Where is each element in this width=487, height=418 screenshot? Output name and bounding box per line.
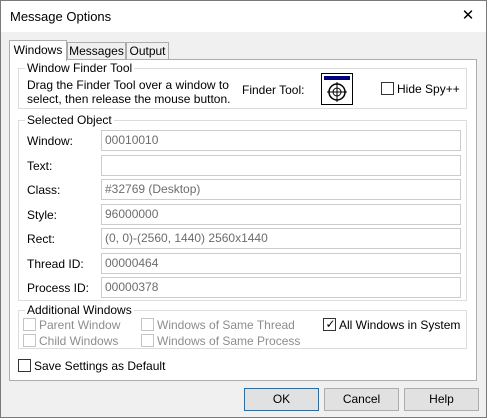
save-settings-label[interactable]: Save Settings as Default	[34, 359, 165, 373]
same-process-label[interactable]: Windows of Same Process	[157, 334, 300, 348]
all-windows-checkbox[interactable]: ✓	[323, 317, 336, 331]
close-icon[interactable]: ✕	[456, 5, 480, 27]
finder-tool-legend: Window Finder Tool	[27, 61, 133, 75]
rect-field[interactable]: (0, 0)-(2560, 1440) 2560x1440	[101, 228, 461, 249]
thread-id-label: Thread ID:	[27, 257, 84, 271]
text-field-label: Text:	[27, 159, 53, 173]
style-field-label: Style:	[27, 208, 58, 222]
all-windows-label[interactable]: All Windows in System	[339, 318, 460, 332]
finder-instructions-line1: Drag the Finder Tool over a window to	[27, 78, 229, 92]
class-field[interactable]: #32769 (Desktop)	[101, 179, 461, 200]
help-button[interactable]: Help	[404, 388, 479, 411]
text-field[interactable]	[101, 155, 461, 176]
window-field[interactable]: 00010010	[101, 130, 461, 151]
finder-titlebar-strip	[324, 76, 350, 80]
title-bar[interactable]: Message Options ✕	[1, 1, 486, 32]
hide-spy-checkbox[interactable]	[381, 82, 394, 95]
cancel-button[interactable]: Cancel	[324, 388, 399, 411]
ok-button[interactable]: OK	[244, 388, 319, 411]
same-thread-checkbox[interactable]	[141, 318, 154, 331]
crosshair-target-icon[interactable]	[321, 73, 353, 105]
class-field-label: Class:	[27, 183, 61, 197]
tab-output[interactable]: Output	[126, 42, 169, 59]
parent-window-checkbox[interactable]	[23, 318, 36, 331]
message-options-dialog: Message Options ✕ Windows Messages Outpu…	[0, 0, 487, 418]
process-id-label: Process ID:	[27, 281, 90, 295]
hide-spy-label[interactable]: Hide Spy++	[397, 82, 460, 96]
additional-windows-legend: Additional Windows	[27, 303, 132, 317]
checkmark-icon: ✓	[325, 317, 336, 331]
rect-field-label: Rect:	[27, 232, 56, 246]
thread-id-field[interactable]: 00000464	[101, 253, 461, 274]
save-settings-checkbox[interactable]	[18, 359, 31, 372]
child-windows-label[interactable]: Child Windows	[39, 334, 118, 348]
window-title: Message Options	[10, 9, 112, 24]
tab-windows[interactable]: Windows	[9, 40, 67, 61]
crosshair-icon	[327, 82, 347, 102]
window-field-label: Window:	[27, 134, 74, 148]
finder-instructions-line2: select, then release the mouse button.	[27, 92, 231, 106]
process-id-field[interactable]: 00000378	[101, 277, 461, 298]
same-thread-label[interactable]: Windows of Same Thread	[157, 318, 295, 332]
parent-window-label[interactable]: Parent Window	[39, 318, 120, 332]
selected-object-legend: Selected Object	[27, 113, 112, 127]
child-windows-checkbox[interactable]	[23, 334, 36, 347]
same-process-checkbox[interactable]	[141, 334, 154, 347]
tab-messages[interactable]: Messages	[67, 42, 126, 59]
finder-tool-label: Finder Tool:	[242, 83, 305, 97]
style-field[interactable]: 96000000	[101, 204, 461, 225]
